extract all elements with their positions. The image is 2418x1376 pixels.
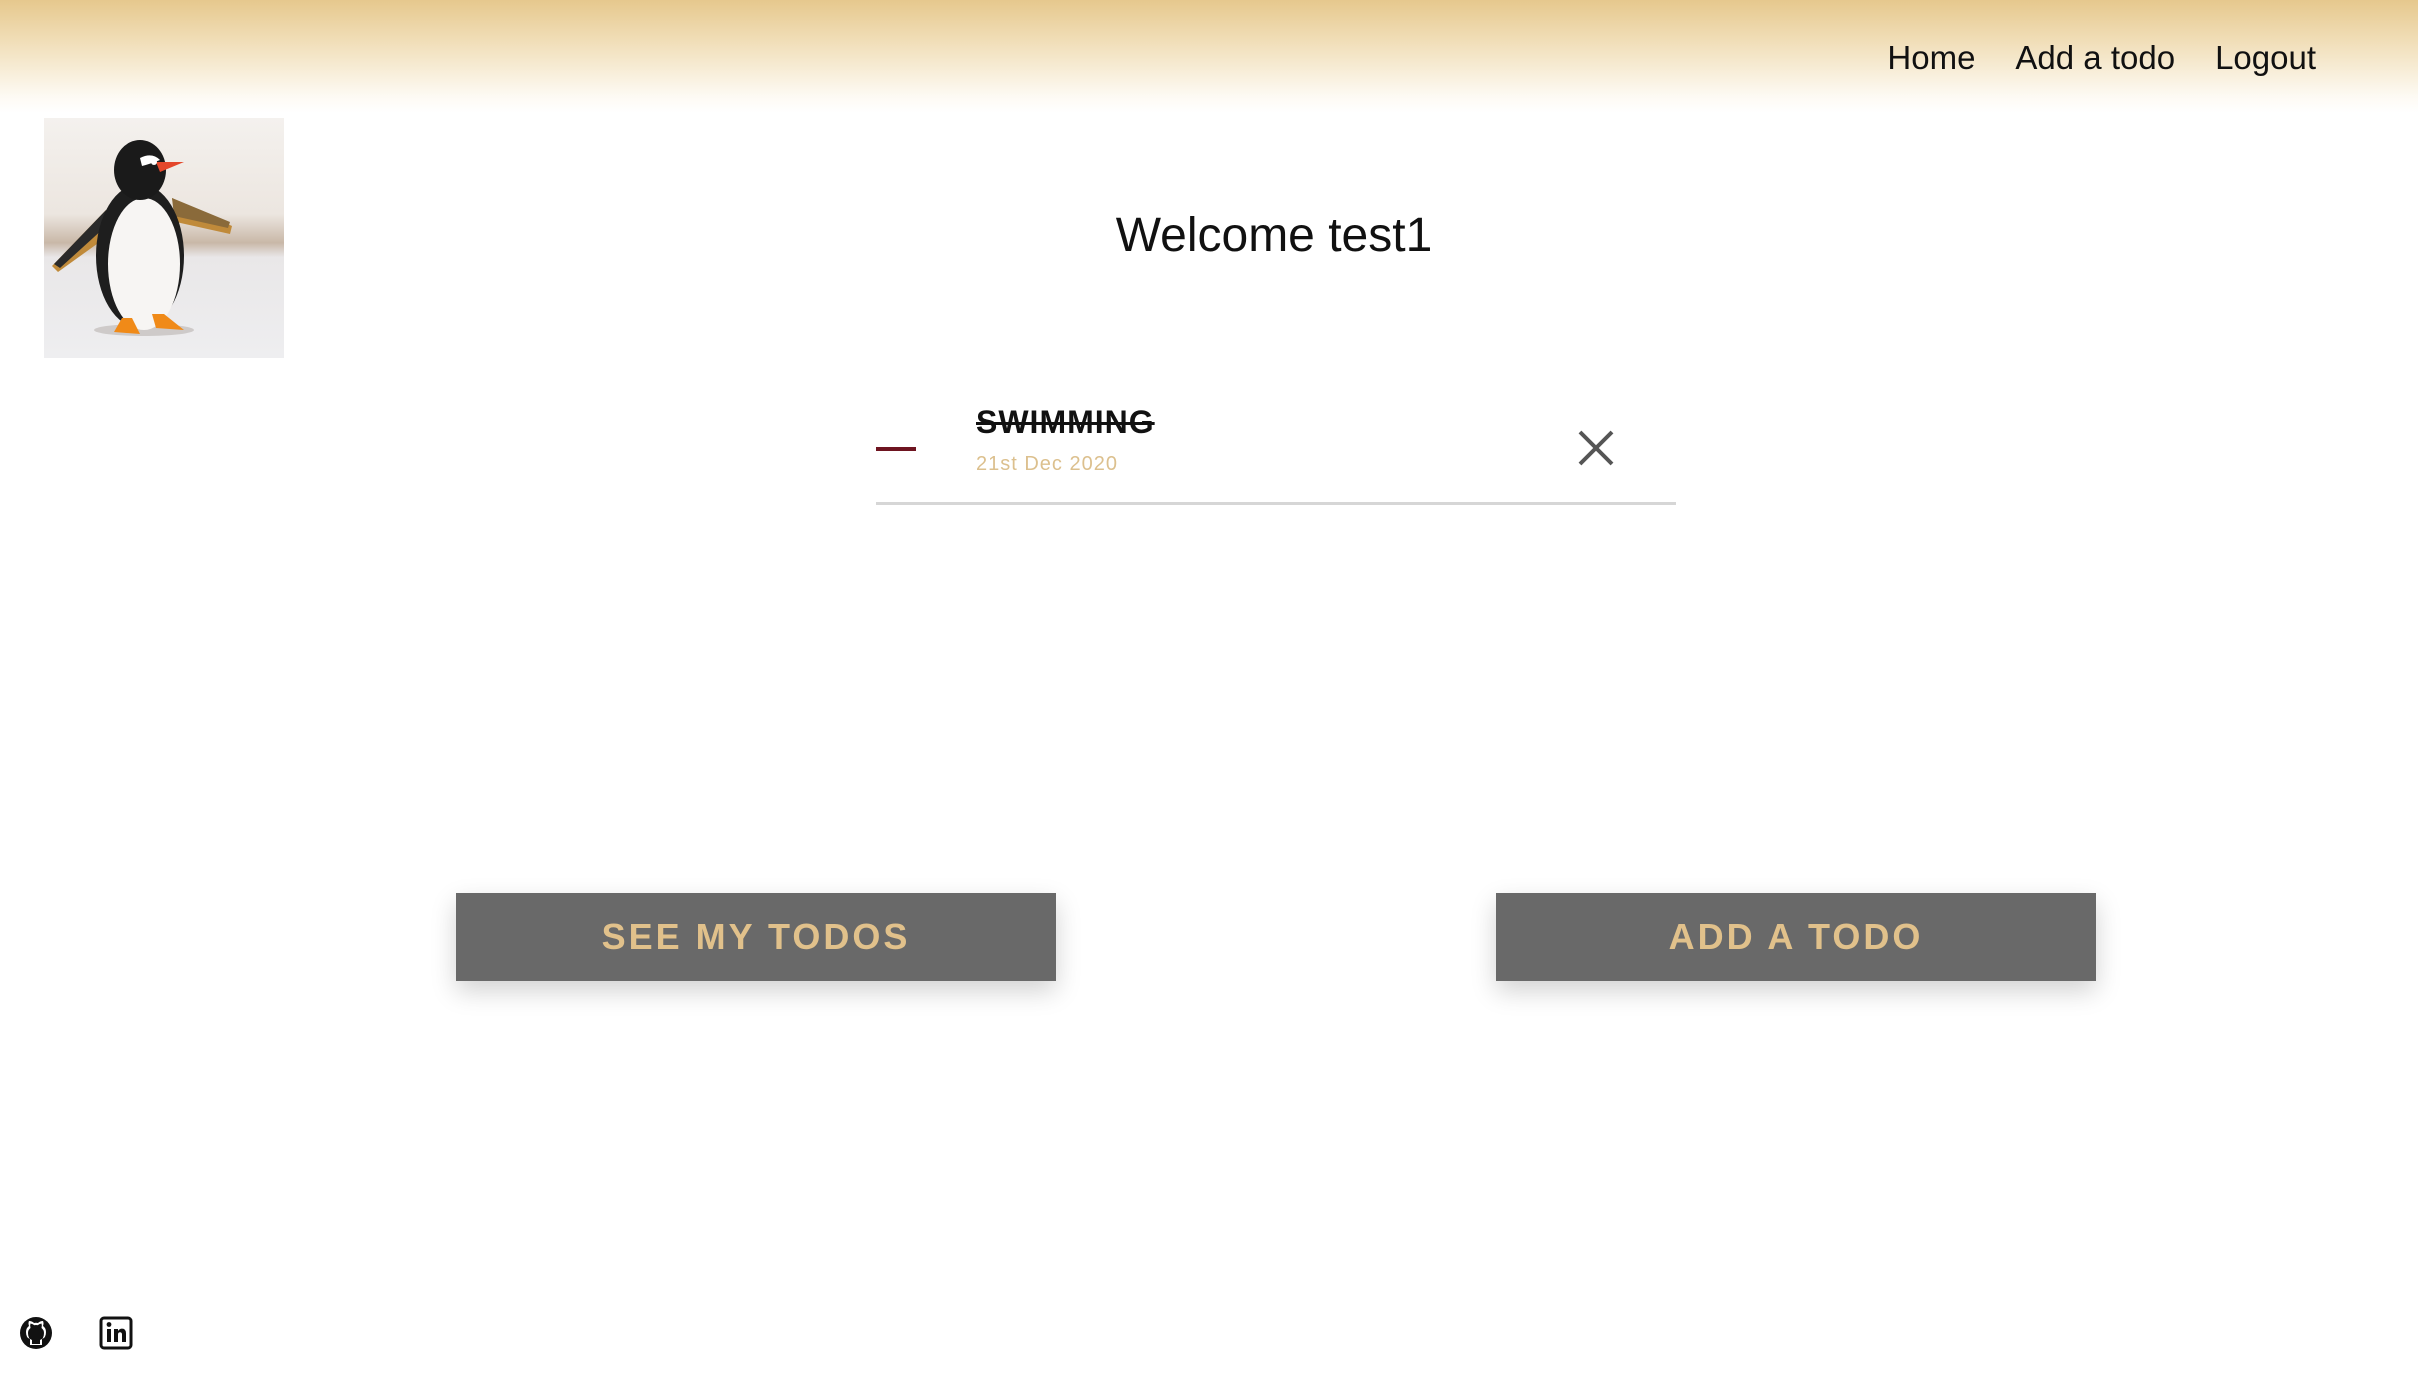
- welcome-heading: Welcome test1: [1115, 209, 1433, 262]
- penguin-image: [44, 118, 284, 358]
- nav-add-todo-link[interactable]: Add a todo: [2015, 38, 2175, 78]
- welcome-heading-wrap: Welcome test1: [1109, 206, 1439, 266]
- nav-logout-link[interactable]: Logout: [2215, 38, 2316, 78]
- nav-home-link[interactable]: Home: [1887, 38, 1975, 78]
- close-icon[interactable]: [1576, 428, 1616, 468]
- top-nav: Home Add a todo Logout: [1887, 38, 2316, 78]
- see-my-todos-button[interactable]: SEE MY TODOS: [456, 893, 1056, 981]
- add-a-todo-button[interactable]: ADD A TODO: [1496, 893, 2096, 981]
- linkedin-icon[interactable]: [98, 1315, 134, 1351]
- todo-item: SWIMMING 21st Dec 2020: [876, 400, 1676, 505]
- github-icon[interactable]: [18, 1315, 54, 1351]
- header: Home Add a todo Logout: [0, 0, 2418, 113]
- page: Home Add a todo Logout Welcome test1 SWI…: [0, 0, 2418, 1376]
- todo-status-dash-icon[interactable]: [876, 447, 916, 451]
- todo-date: 21st Dec 2020: [976, 453, 1118, 475]
- todo-title: SWIMMING: [976, 404, 1155, 440]
